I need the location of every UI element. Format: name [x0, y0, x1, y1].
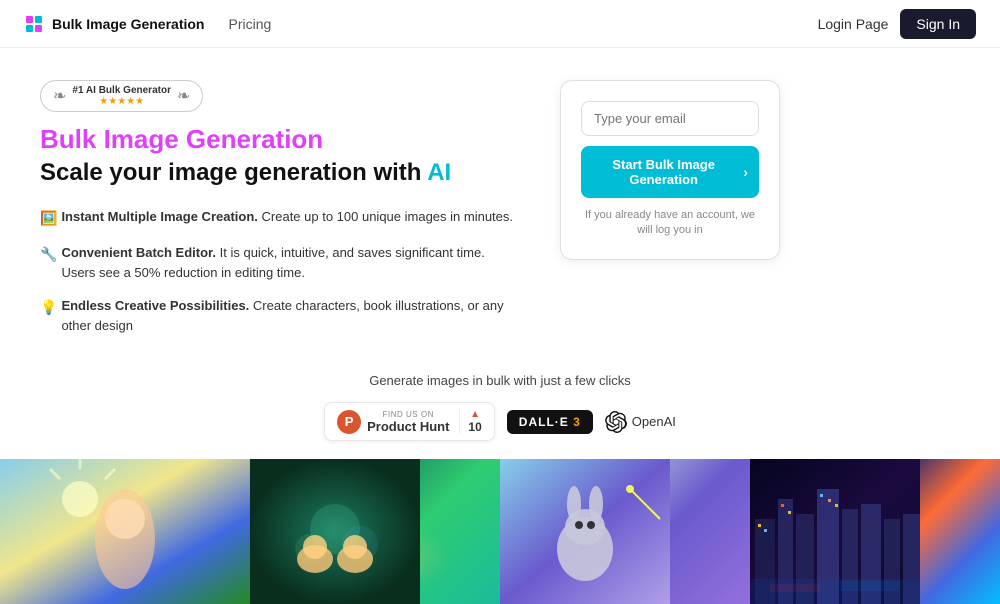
signin-button[interactable]: Sign In [900, 9, 976, 39]
laurel-right: ❧ [177, 86, 190, 106]
stars: ★★★★★ [99, 96, 144, 107]
ph-find-label: FIND US ON [367, 410, 449, 419]
openai-badge: OpenAI [605, 411, 676, 433]
left-column: ❧ #1 AI Bulk Generator ★★★★★ ❧ Bulk Imag… [40, 80, 520, 349]
ph-count: ▲ 10 [459, 409, 481, 434]
dalle-3-label: 3 [573, 415, 581, 429]
email-input[interactable] [581, 101, 759, 136]
feature-1-desc: Create up to 100 unique images in minute… [258, 209, 513, 224]
sample-image-3 [500, 459, 750, 604]
feature-2-text: Convenient Batch Editor. It is quick, in… [61, 243, 520, 282]
partners-row: P FIND US ON Product Hunt ▲ 10 DALL·E 3 … [0, 402, 1000, 441]
openai-icon [605, 411, 627, 433]
right-column: Start Bulk Image Generation › If you alr… [560, 80, 780, 349]
badge-content: #1 AI Bulk Generator ★★★★★ [72, 85, 171, 107]
sample-image-2 [250, 459, 500, 604]
signup-card: Start Bulk Image Generation › If you alr… [560, 80, 780, 260]
logo-icon [24, 14, 44, 34]
cta-button[interactable]: Start Bulk Image Generation › [581, 146, 759, 198]
partners-label: Generate images in bulk with just a few … [0, 373, 1000, 388]
ph-number: 10 [468, 420, 481, 434]
feature-3-bold: Endless Creative Possibilities. [61, 298, 249, 313]
feature-3-icon: 💡 [40, 297, 57, 318]
feature-3: 💡 Endless Creative Possibilities. Create… [40, 296, 520, 335]
login-button[interactable]: Login Page [818, 16, 889, 32]
images-row [0, 459, 1000, 604]
nav-left: Bulk Image Generation Pricing [24, 14, 271, 34]
navbar: Bulk Image Generation Pricing Login Page… [0, 0, 1000, 48]
sample-image-4 [750, 459, 1000, 604]
rank-badge: ❧ #1 AI Bulk Generator ★★★★★ ❧ [40, 80, 203, 112]
feature-2-icon: 🔧 [40, 244, 57, 265]
ph-text: FIND US ON Product Hunt [367, 410, 449, 434]
logo: Bulk Image Generation [24, 14, 204, 34]
dalle-badge: DALL·E 3 [507, 410, 593, 434]
sample-image-1 [0, 459, 250, 604]
ph-logo-icon: P [337, 410, 361, 434]
feature-3-text: Endless Creative Possibilities. Create c… [61, 296, 520, 335]
producthunt-badge[interactable]: P FIND US ON Product Hunt ▲ 10 [324, 402, 495, 441]
hero-title: Bulk Image Generation [40, 124, 520, 155]
pricing-link[interactable]: Pricing [228, 16, 271, 32]
cta-label: Start Bulk Image Generation [592, 157, 735, 187]
feature-1-bold: Instant Multiple Image Creation. [61, 209, 257, 224]
feature-1: 🖼️ Instant Multiple Image Creation. Crea… [40, 207, 520, 229]
laurel-left: ❧ [53, 86, 66, 106]
feature-2: 🔧 Convenient Batch Editor. It is quick, … [40, 243, 520, 282]
cta-arrow-icon: › [743, 164, 748, 180]
logo-text: Bulk Image Generation [52, 16, 204, 32]
badge-wrap: ❧ #1 AI Bulk Generator ★★★★★ ❧ [40, 80, 520, 112]
ph-name-label: Product Hunt [367, 419, 449, 434]
nav-right: Login Page Sign In [818, 9, 976, 39]
cta-note: If you already have an account, we will … [581, 208, 759, 239]
dalle-label: DALL·E 3 [519, 415, 581, 429]
feature-1-icon: 🖼️ [40, 208, 57, 229]
feature-2-bold: Convenient Batch Editor. [61, 245, 216, 260]
partners-section: Generate images in bulk with just a few … [0, 373, 1000, 441]
feature-1-text: Instant Multiple Image Creation. Create … [61, 207, 513, 227]
hero-subtitle: Scale your image generation with AI [40, 159, 520, 187]
badge-text: #1 AI Bulk Generator [72, 85, 171, 96]
openai-label: OpenAI [632, 414, 676, 429]
ai-text: AI [427, 159, 451, 186]
ph-arrow-icon: ▲ [470, 409, 480, 420]
main-content: ❧ #1 AI Bulk Generator ★★★★★ ❧ Bulk Imag… [0, 48, 1000, 349]
subtitle-start: Scale your image generation with [40, 159, 427, 186]
